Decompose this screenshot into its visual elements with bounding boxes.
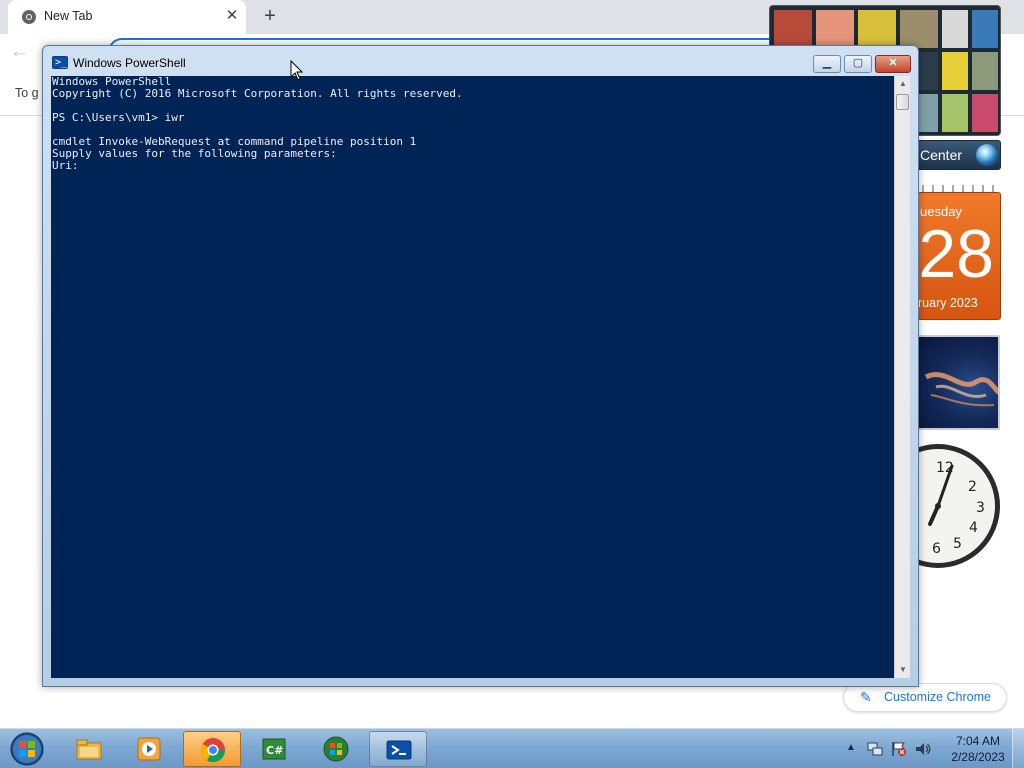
- calendar-date: 28: [918, 216, 994, 292]
- jellyfish-image: [924, 372, 998, 407]
- start-button-icon[interactable]: [7, 731, 47, 767]
- customize-chrome-label: Customize Chrome: [884, 690, 991, 704]
- clock-number-6: 6: [932, 541, 941, 557]
- powershell-icon[interactable]: >_: [52, 56, 68, 69]
- volume-icon[interactable]: [914, 740, 932, 758]
- clock-number-3: 3: [976, 500, 985, 516]
- chrome-icon: [200, 738, 225, 763]
- customize-chrome-button[interactable]: ✎ Customize Chrome: [843, 683, 1007, 712]
- scroll-down-icon[interactable]: ▼: [895, 662, 911, 678]
- powershell-window[interactable]: >_ Windows PowerShell ▁ ▢ ✕ Windows Powe…: [42, 45, 919, 687]
- media-center-gadget[interactable]: Center: [915, 140, 1001, 170]
- console-line: Uri:: [52, 159, 79, 172]
- scroll-thumb[interactable]: [896, 94, 909, 110]
- svg-text:C#: C#: [266, 744, 283, 757]
- powershell-console[interactable]: Windows PowerShell Copyright (C) 2016 Mi…: [51, 76, 910, 678]
- clock-number-5: 5: [953, 536, 962, 552]
- console-line: Copyright (C) 2016 Microsoft Corporation…: [52, 87, 463, 100]
- taskbar-item-media-center[interactable]: [307, 731, 365, 767]
- clock-date[interactable]: 2/28/2023: [943, 750, 1013, 764]
- media-center-icon: [323, 736, 349, 762]
- taskbar-item-csharp-app[interactable]: C#: [245, 731, 303, 767]
- mouse-pointer-icon: [290, 60, 304, 81]
- window-title: Windows PowerShell: [73, 56, 186, 70]
- new-tab-button[interactable]: +: [258, 4, 282, 28]
- maximize-button[interactable]: ▢: [844, 55, 872, 73]
- picture-puzzle-gadget[interactable]: [914, 335, 1000, 430]
- calendar-gadget[interactable]: uesday 28 ruary 2023: [913, 183, 1001, 320]
- folder-icon: [76, 739, 102, 760]
- media-player-icon: [137, 737, 161, 761]
- scroll-up-icon[interactable]: ▲: [895, 76, 911, 92]
- system-tray: ▲ 7:04 AM 2/28/2023: [840, 729, 1024, 768]
- taskbar-item-chrome[interactable]: [183, 731, 241, 767]
- clock-number-4: 4: [969, 520, 978, 536]
- action-center-flag-icon[interactable]: [890, 740, 908, 758]
- show-hidden-icons-icon[interactable]: ▲: [846, 742, 856, 753]
- media-center-label: Center: [920, 147, 963, 163]
- console-output: Windows PowerShell Copyright (C) 2016 Mi…: [52, 76, 463, 172]
- close-button[interactable]: ✕: [875, 55, 911, 73]
- pencil-icon: ✎: [860, 689, 872, 705]
- taskbar-item-powershell[interactable]: [369, 731, 427, 767]
- back-arrow-icon[interactable]: ←: [10, 41, 32, 63]
- csharp-icon: C#: [262, 738, 286, 760]
- windows-logo-icon: [976, 144, 998, 166]
- clock-number-2: 2: [968, 479, 977, 495]
- calendar-page: uesday 28 ruary 2023: [913, 192, 1001, 320]
- taskbar: C# ▲ 7:04 AM 2/28/2023: [0, 728, 1024, 768]
- clock-time[interactable]: 7:04 AM: [943, 734, 1013, 748]
- calendar-month-year: ruary 2023: [918, 296, 978, 310]
- network-icon[interactable]: [866, 740, 884, 758]
- bookmarks-bar-text: To g: [15, 86, 39, 100]
- vertical-scrollbar[interactable]: ▲ ▼: [894, 76, 910, 678]
- minimize-button[interactable]: ▁: [813, 55, 841, 73]
- taskbar-item-media-player[interactable]: [120, 731, 178, 767]
- tab-title: New Tab: [44, 9, 93, 23]
- tab-close-icon[interactable]: ✕: [222, 6, 242, 26]
- powershell-taskbar-icon: [386, 740, 412, 760]
- taskbar-item-file-explorer[interactable]: [60, 731, 118, 767]
- chrome-favicon-icon: [22, 10, 36, 24]
- show-desktop-button[interactable]: [1012, 729, 1024, 768]
- console-line: PS C:\Users\vm1> iwr: [52, 111, 185, 124]
- powershell-title-bar[interactable]: >_ Windows PowerShell ▁ ▢ ✕: [43, 46, 918, 76]
- chrome-tab-new-tab[interactable]: New Tab ✕: [8, 0, 246, 34]
- console-line: Supply values for the following paramete…: [52, 147, 337, 160]
